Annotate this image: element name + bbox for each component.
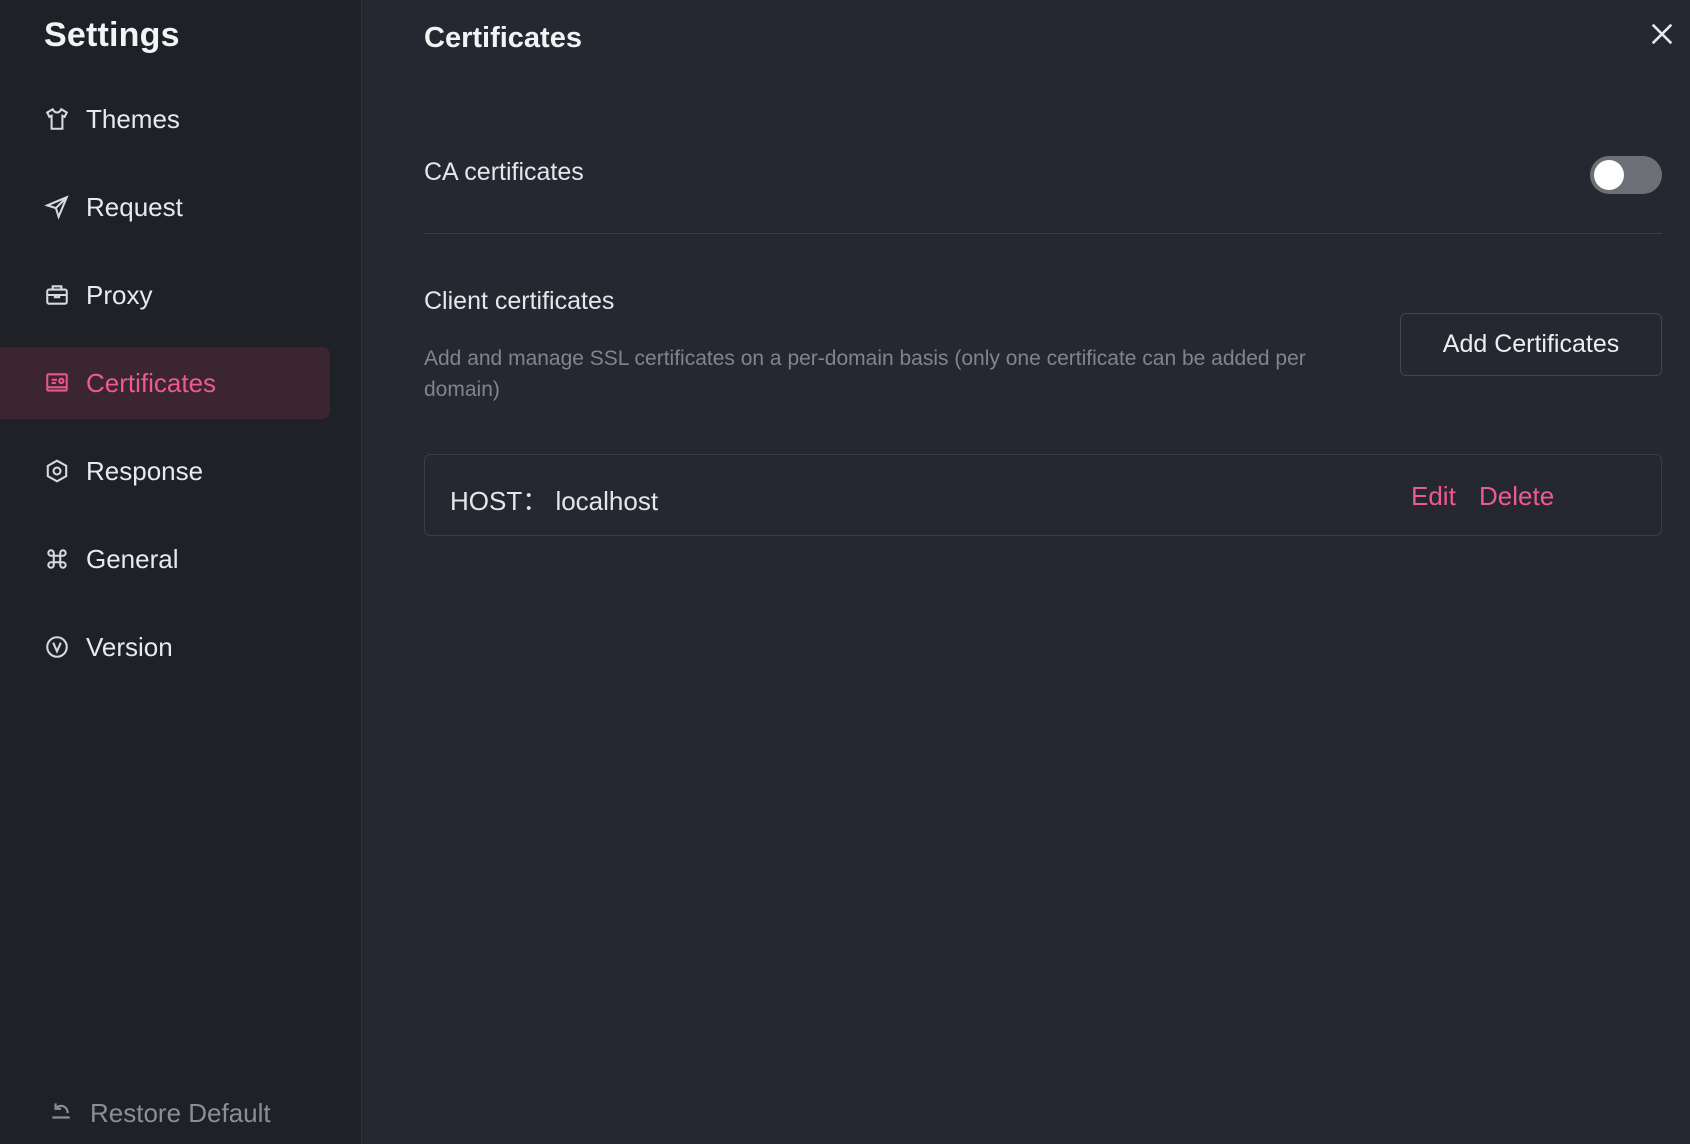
sidebar-item-themes[interactable]: Themes xyxy=(0,83,330,155)
sidebar-item-request[interactable]: Request xyxy=(0,171,330,243)
ca-certificates-label: CA certificates xyxy=(424,158,584,186)
sidebar-item-label: Themes xyxy=(86,103,180,134)
sidebar-item-label: Response xyxy=(86,455,204,486)
sidebar-nav: Themes Request Proxy Certificates Respon… xyxy=(0,83,362,699)
sidebar-item-certificates[interactable]: Certificates xyxy=(0,347,330,419)
sidebar-item-label: Certificates xyxy=(86,367,217,398)
ca-certificates-toggle[interactable] xyxy=(1590,156,1662,194)
client-certificates-description: Add and manage SSL certificates on a per… xyxy=(424,347,1306,401)
close-button[interactable] xyxy=(1648,20,1676,48)
add-certificates-button[interactable]: Add Certificates xyxy=(1400,313,1662,376)
shirt-icon xyxy=(44,106,70,132)
sidebar-item-general[interactable]: General xyxy=(0,523,330,595)
toggle-knob xyxy=(1594,160,1624,190)
ca-certificates-row: CA certificates xyxy=(424,142,1662,234)
undo-icon xyxy=(48,1098,74,1129)
restore-default-button[interactable]: Restore Default xyxy=(48,1098,271,1129)
close-icon xyxy=(1651,23,1673,45)
command-icon xyxy=(44,546,70,572)
sidebar-item-response[interactable]: Response xyxy=(0,435,330,507)
send-icon xyxy=(44,194,70,220)
certificate-host: HOST： localhost xyxy=(450,486,659,516)
hexagon-icon xyxy=(44,458,70,484)
sidebar-item-proxy[interactable]: Proxy xyxy=(0,259,330,331)
client-certificates-title: Client certificates xyxy=(424,287,615,315)
sidebar-item-label: Version xyxy=(86,631,173,662)
version-icon xyxy=(44,634,70,660)
delete-certificate-button[interactable]: Delete xyxy=(1479,481,1554,512)
main-panel: Certificates CA certificates Client cert… xyxy=(362,0,1690,1144)
sidebar: Settings Themes Request Proxy Certificat… xyxy=(0,0,362,1144)
page-title: Certificates xyxy=(424,22,582,54)
sidebar-item-label: Request xyxy=(86,191,183,222)
sidebar-item-version[interactable]: Version xyxy=(0,611,330,683)
sidebar-item-label: Proxy xyxy=(86,279,153,310)
certificate-icon xyxy=(44,370,70,396)
sidebar-item-label: General xyxy=(86,543,179,574)
edit-certificate-button[interactable]: Edit xyxy=(1411,481,1456,512)
settings-window: Settings Themes Request Proxy Certificat… xyxy=(0,0,1690,1144)
sidebar-title: Settings xyxy=(44,16,180,54)
restore-default-label: Restore Default xyxy=(90,1098,271,1128)
certificate-item: HOST： localhost Edit Delete xyxy=(424,454,1662,536)
briefcase-icon xyxy=(44,282,70,308)
